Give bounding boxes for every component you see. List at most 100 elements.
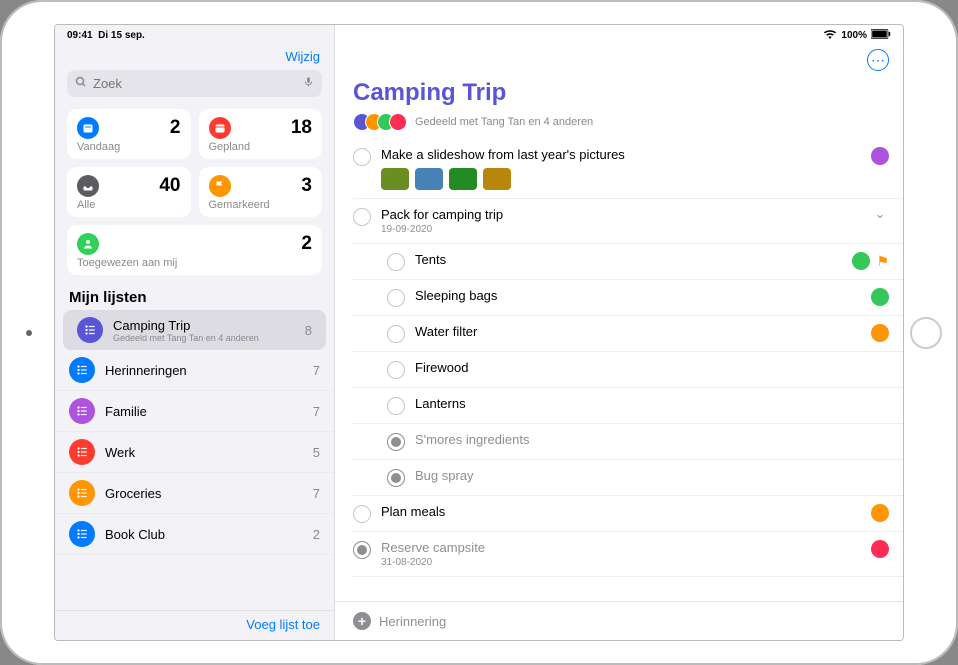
list-count: 8 <box>305 323 312 338</box>
subtask-row[interactable]: Water filter <box>353 316 903 352</box>
search-field[interactable] <box>67 70 322 97</box>
card-assigned-label: Toegewezen aan mij <box>77 257 312 269</box>
mic-icon[interactable] <box>303 75 314 92</box>
avatar-stack <box>353 113 407 131</box>
assignee-avatar <box>871 540 889 558</box>
screen: 09:41 Di 15 sep. Wijzig <box>54 24 904 641</box>
task-date: 31-08-2020 <box>381 557 861 568</box>
subtask-row[interactable]: Bug spray <box>353 460 903 496</box>
my-lists-title: Mijn lijsten <box>55 281 334 310</box>
edit-button[interactable]: Wijzig <box>285 49 320 64</box>
flag-icon: ⚑ <box>876 253 889 270</box>
subtask-row[interactable]: Sleeping bags <box>353 280 903 316</box>
smart-lists: 2 Vandaag 18 Gepland <box>55 103 334 281</box>
task-radio[interactable] <box>387 397 405 415</box>
list-count: 5 <box>313 445 320 460</box>
sidebar-list-familie[interactable]: Familie 7 <box>55 391 334 432</box>
card-all-count: 40 <box>159 175 180 197</box>
task-title: Plan meals <box>381 504 861 519</box>
sidebar-list-book-club[interactable]: Book Club 2 <box>55 514 334 555</box>
task-title: Reserve campsite <box>381 540 861 555</box>
flag-icon <box>209 175 231 197</box>
task-radio[interactable] <box>387 433 405 451</box>
assignee-avatar <box>852 252 870 270</box>
sidebar: 09:41 Di 15 sep. Wijzig <box>55 25 335 640</box>
task-radio[interactable] <box>353 208 371 226</box>
card-today[interactable]: 2 Vandaag <box>67 109 191 159</box>
thumbnail[interactable] <box>415 168 443 190</box>
list-count: 7 <box>313 486 320 501</box>
task-row[interactable]: Reserve campsite 31-08-2020 <box>353 532 903 577</box>
task-row[interactable]: Plan meals <box>353 496 903 532</box>
search-icon <box>75 76 87 91</box>
card-today-count: 2 <box>170 117 181 139</box>
list-icon <box>69 439 95 465</box>
more-button[interactable]: ⋯ <box>867 49 889 71</box>
home-button[interactable] <box>910 317 942 349</box>
sidebar-list-groceries[interactable]: Groceries 7 <box>55 473 334 514</box>
list-icon <box>77 317 103 343</box>
card-assigned[interactable]: 2 Toegewezen aan mij <box>67 225 322 275</box>
task-radio[interactable] <box>353 505 371 523</box>
task-row[interactable]: Pack for camping trip 19-09-2020 ⌄ <box>353 199 903 244</box>
task-title: Bug spray <box>415 468 879 483</box>
card-flagged-count: 3 <box>301 175 312 197</box>
inbox-icon <box>77 175 99 197</box>
shared-with-row[interactable]: Gedeeld met Tang Tan en 4 anderen <box>335 113 903 139</box>
attachment-thumbnails[interactable] <box>381 168 861 190</box>
wifi-icon <box>823 29 837 42</box>
list-count: 7 <box>313 363 320 378</box>
subtask-row[interactable]: S'mores ingredients <box>353 424 903 460</box>
list-name: Herinneringen <box>105 363 303 378</box>
task-row[interactable]: Make a slideshow from last year's pictur… <box>353 139 903 199</box>
thumbnail[interactable] <box>449 168 477 190</box>
card-all[interactable]: 40 Alle <box>67 167 191 217</box>
card-assigned-count: 2 <box>301 233 312 255</box>
subtask-row[interactable]: Firewood <box>353 352 903 388</box>
task-radio[interactable] <box>353 541 371 559</box>
sidebar-list-herinneringen[interactable]: Herinneringen 7 <box>55 350 334 391</box>
list-icon <box>69 521 95 547</box>
lists-container: Camping Trip Gedeeld met Tang Tan en 4 a… <box>55 310 334 610</box>
task-radio[interactable] <box>387 253 405 271</box>
task-title: Tents <box>415 252 842 267</box>
subtask-row[interactable]: Lanterns <box>353 388 903 424</box>
card-flagged[interactable]: 3 Gemarkeerd <box>199 167 323 217</box>
list-name: Familie <box>105 404 303 419</box>
task-title: Firewood <box>415 360 879 375</box>
task-radio[interactable] <box>387 325 405 343</box>
list-icon <box>69 480 95 506</box>
list-icon <box>69 398 95 424</box>
chevron-down-icon[interactable]: ⌄ <box>871 207 889 221</box>
task-radio[interactable] <box>353 148 371 166</box>
assignee-avatar <box>871 324 889 342</box>
sidebar-list-werk[interactable]: Werk 5 <box>55 432 334 473</box>
card-planned-label: Gepland <box>209 141 313 153</box>
card-planned[interactable]: 18 Gepland <box>199 109 323 159</box>
task-list: Make a slideshow from last year's pictur… <box>335 139 903 601</box>
list-name: Camping Trip <box>113 318 295 333</box>
card-today-label: Vandaag <box>77 141 181 153</box>
task-radio[interactable] <box>387 289 405 307</box>
list-count: 7 <box>313 404 320 419</box>
thumbnail[interactable] <box>483 168 511 190</box>
ipad-frame: 09:41 Di 15 sep. Wijzig <box>0 0 958 665</box>
add-list-button[interactable]: Voeg lijst toe <box>246 617 320 632</box>
person-icon <box>77 233 99 255</box>
subtask-row[interactable]: Tents ⚑ <box>353 244 903 280</box>
status-time: 09:41 Di 15 sep. <box>67 30 145 41</box>
task-title: Sleeping bags <box>415 288 861 303</box>
list-icon <box>69 357 95 383</box>
list-title: Camping Trip <box>353 79 885 107</box>
sidebar-list-camping-trip[interactable]: Camping Trip Gedeeld met Tang Tan en 4 a… <box>63 310 326 350</box>
task-radio[interactable] <box>387 469 405 487</box>
plus-icon: + <box>353 612 371 630</box>
battery-icon <box>871 29 891 42</box>
add-reminder-button[interactable]: + Herinnering <box>335 601 903 640</box>
add-reminder-label: Herinnering <box>379 614 446 629</box>
search-input[interactable] <box>93 76 297 91</box>
assignee-avatar <box>871 504 889 522</box>
task-radio[interactable] <box>387 361 405 379</box>
thumbnail[interactable] <box>381 168 409 190</box>
status-bar-left: 09:41 Di 15 sep. <box>55 25 334 45</box>
